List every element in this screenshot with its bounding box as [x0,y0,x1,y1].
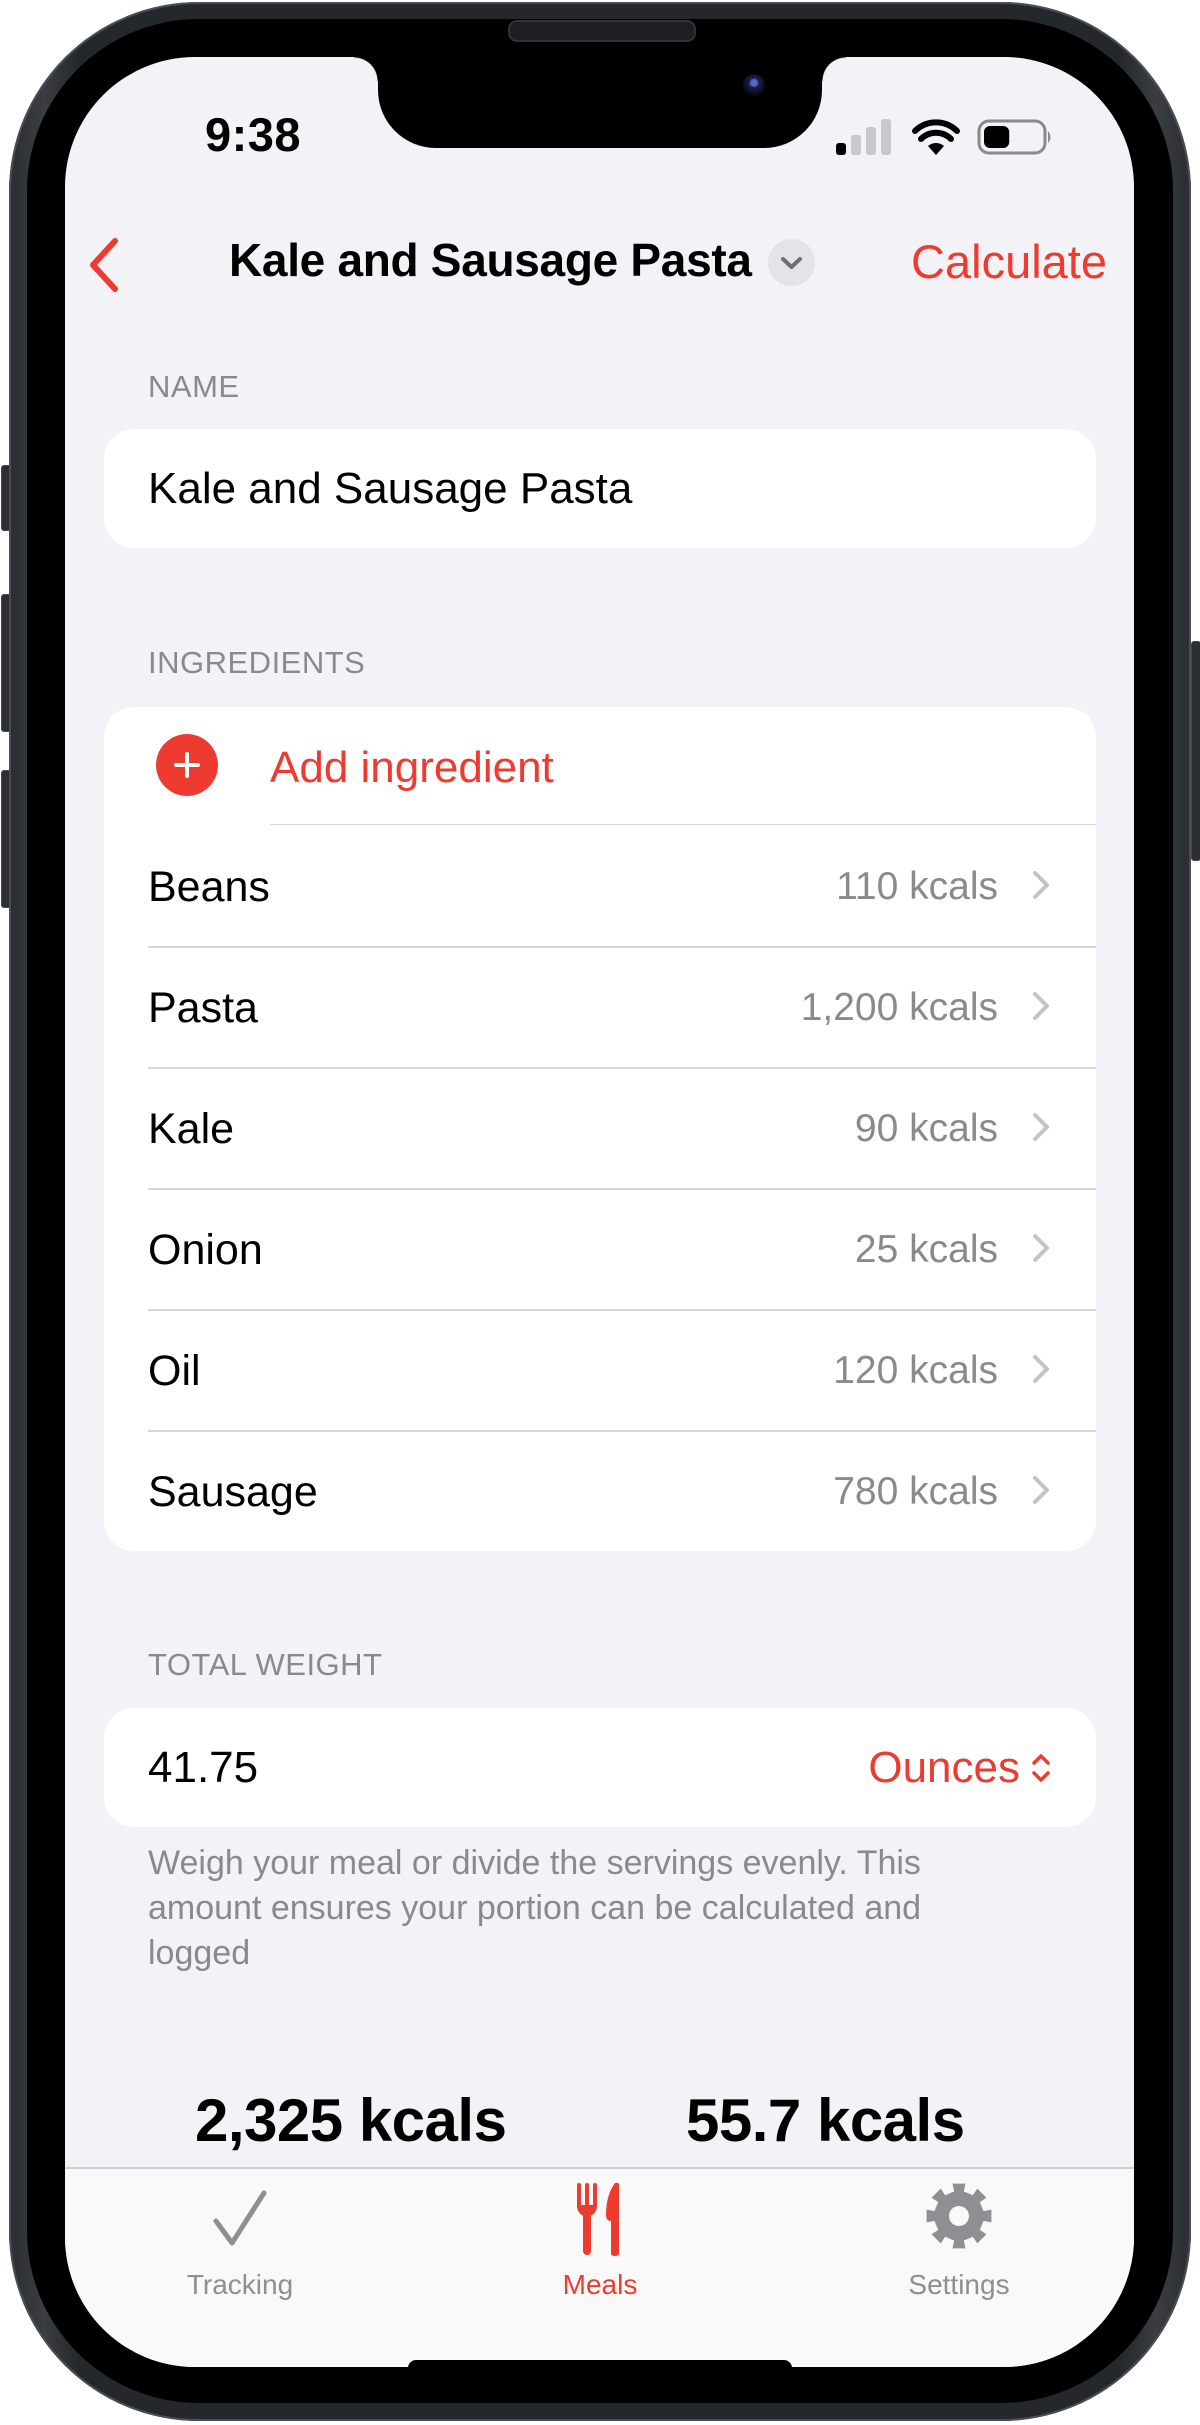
calculate-button[interactable]: Calculate [911,234,1107,289]
wifi-icon [912,119,960,155]
divider [148,946,1096,948]
total-weight-input[interactable] [148,1708,648,1827]
ingredient-name: Oil [148,1347,201,1395]
front-camera [743,74,765,96]
signal-icon [836,119,891,155]
tab-settings-label: Settings [908,2269,1010,2300]
ingredient-name: Pasta [148,984,258,1032]
ingredient-row[interactable]: Onion 25 kcals [104,1188,1096,1309]
checkmark-icon [213,2190,267,2246]
bottom-bezel-edge [408,2360,792,2380]
tab-settings[interactable]: Settings [839,2169,1079,2319]
title-menu-button[interactable] [768,239,815,286]
total-kcals: 2,325 kcals [195,2087,507,2154]
chevron-right-icon [1033,1234,1049,1262]
chevron-up-down-icon [1032,1754,1050,1782]
gear-icon [926,2183,992,2249]
ingredient-kcals: 110 kcals [836,865,998,908]
unit-picker[interactable]: Ounces [868,1743,1052,1793]
chevron-right-icon [1033,992,1049,1020]
chevron-down-icon [781,257,802,269]
divider [148,1188,1096,1190]
tab-tracking-label: Tracking [186,2269,294,2300]
back-button[interactable] [85,235,125,295]
add-ingredient-button[interactable]: Add ingredient [104,707,1096,825]
chevron-right-icon [1033,1113,1049,1141]
ingredient-kcals: 120 kcals [833,1349,998,1392]
ingredient-name: Kale [148,1105,235,1153]
battery-icon [977,119,1051,155]
power-button [1191,641,1200,861]
add-ingredient-label: Add ingredient [270,743,554,792]
name-card [104,429,1096,548]
ingredients-section-header: INGREDIENTS [148,645,366,680]
divider [148,1309,1096,1311]
ingredient-row[interactable]: Kale 90 kcals [104,1067,1096,1188]
meal-name-input[interactable] [148,429,1048,548]
status-time: 9:38 [205,108,302,161]
tab-meals-label: Meals [562,2269,638,2300]
ingredient-kcals: 90 kcals [854,1107,998,1150]
earpiece-speaker [508,20,696,42]
chevron-left-icon [90,238,118,292]
tab-meals[interactable]: Meals [480,2169,720,2319]
screen: 9:38 Kale and Sausage Pasta Calculate NA… [65,57,1134,2367]
ingredients-card: Add ingredient Beans 110 kcals Pasta 1,200 … [104,707,1096,1551]
divider [148,1430,1096,1432]
weight-card: Ounces [104,1708,1096,1827]
ingredient-row[interactable]: Pasta 1,200 kcals [104,946,1096,1067]
signal-bar [881,119,891,155]
ingredient-row[interactable]: Sausage 780 kcals [104,1430,1096,1551]
status-icons [834,117,1051,157]
portion-kcals: 55.7 kcals [686,2087,965,2154]
tab-tracking[interactable]: Tracking [120,2169,360,2319]
weight-section-header: TOTAL WEIGHT [148,1647,383,1682]
ingredient-name: Beans [148,863,270,911]
fork-knife-icon [577,2182,619,2256]
ingredient-kcals: 25 kcals [854,1228,998,1271]
ingredient-row[interactable]: Beans 110 kcals [104,825,1096,946]
chevron-right-icon [1033,871,1049,899]
notch [354,57,846,148]
tab-bar: Tracking Meals Settings [65,2167,1134,2367]
signal-bar [851,135,861,155]
ingredient-kcals: 780 kcals [833,1470,998,1513]
signal-bar [836,143,846,155]
ingredient-kcals: 1,200 kcals [800,986,998,1029]
ingredient-row[interactable]: Oil 120 kcals [104,1309,1096,1430]
weight-footnote: Weigh your meal or divide the servings e… [148,1844,922,1972]
divider [148,1067,1096,1069]
ingredient-name: Onion [148,1226,263,1274]
page-title: Kale and Sausage Pasta [229,234,752,286]
name-section-header: NAME [148,369,240,404]
chevron-right-icon [1033,1355,1049,1383]
chevron-right-icon [1033,1476,1049,1504]
unit-label: Ounces [868,1743,1020,1792]
plus-circle-icon [156,734,218,796]
ingredient-name: Sausage [148,1468,318,1516]
signal-bar [866,127,876,155]
